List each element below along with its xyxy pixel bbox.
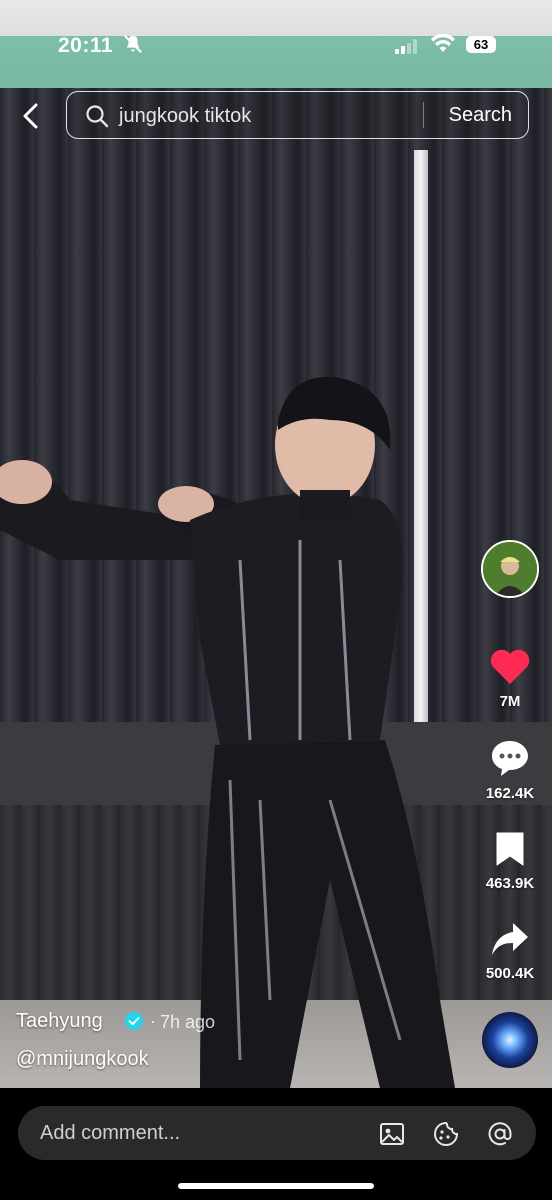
mute-bell-icon [124,35,142,53]
caption-separator: · [150,1011,156,1031]
like-action[interactable]: 7M [478,648,542,710]
like-count: 7M [499,693,521,710]
battery-indicator: 63 [466,36,496,53]
emoji-icon[interactable] [432,1120,460,1148]
bookmark-icon [496,832,524,866]
cellular-signal-icon [395,39,417,54]
chevron-left-icon [23,103,38,129]
search-divider [423,102,424,128]
mention-at-icon[interactable] [486,1120,514,1148]
author-name[interactable]: Taehyung [16,1010,103,1033]
share-action[interactable]: 500.4K [478,920,542,982]
share-count: 500.4K [485,965,535,982]
status-time: 20:11 [58,34,114,57]
comment-input[interactable]: Add comment... [18,1106,536,1160]
comment-action[interactable]: 162.4K [478,738,542,802]
creator-avatar[interactable] [481,540,539,598]
verified-badge-icon [125,1012,143,1030]
status-bar: 20:11 63 [0,0,552,90]
author-handle[interactable]: @mnijungkook [16,1048,149,1071]
search-button[interactable]: Search [449,104,512,127]
dancer-figure [0,376,455,1088]
music-disc[interactable] [482,1012,538,1068]
heart-icon [490,649,530,684]
back-button[interactable] [16,100,46,132]
save-count: 463.9K [485,875,535,892]
comment-bar: Add comment... [0,1088,552,1200]
post-time: 7h ago [160,1012,216,1032]
tiktok-video-screen: 20:11 63 jungkook tiktok Search 7M 162.4… [0,0,552,1200]
comment-count: 162.4K [485,785,535,802]
share-arrow-icon [492,923,528,955]
avatar-image [483,542,537,596]
search-icon [86,105,109,128]
comment-bubble-icon [492,741,528,776]
comment-placeholder: Add comment... [40,1122,181,1144]
save-action[interactable]: 463.9K [478,830,542,892]
wifi-icon [431,34,455,52]
video-player[interactable] [0,0,552,1088]
home-indicator [178,1183,374,1189]
image-icon[interactable] [378,1120,406,1148]
search-query[interactable]: jungkook tiktok [119,105,251,128]
search-bar[interactable]: jungkook tiktok Search [66,91,529,139]
